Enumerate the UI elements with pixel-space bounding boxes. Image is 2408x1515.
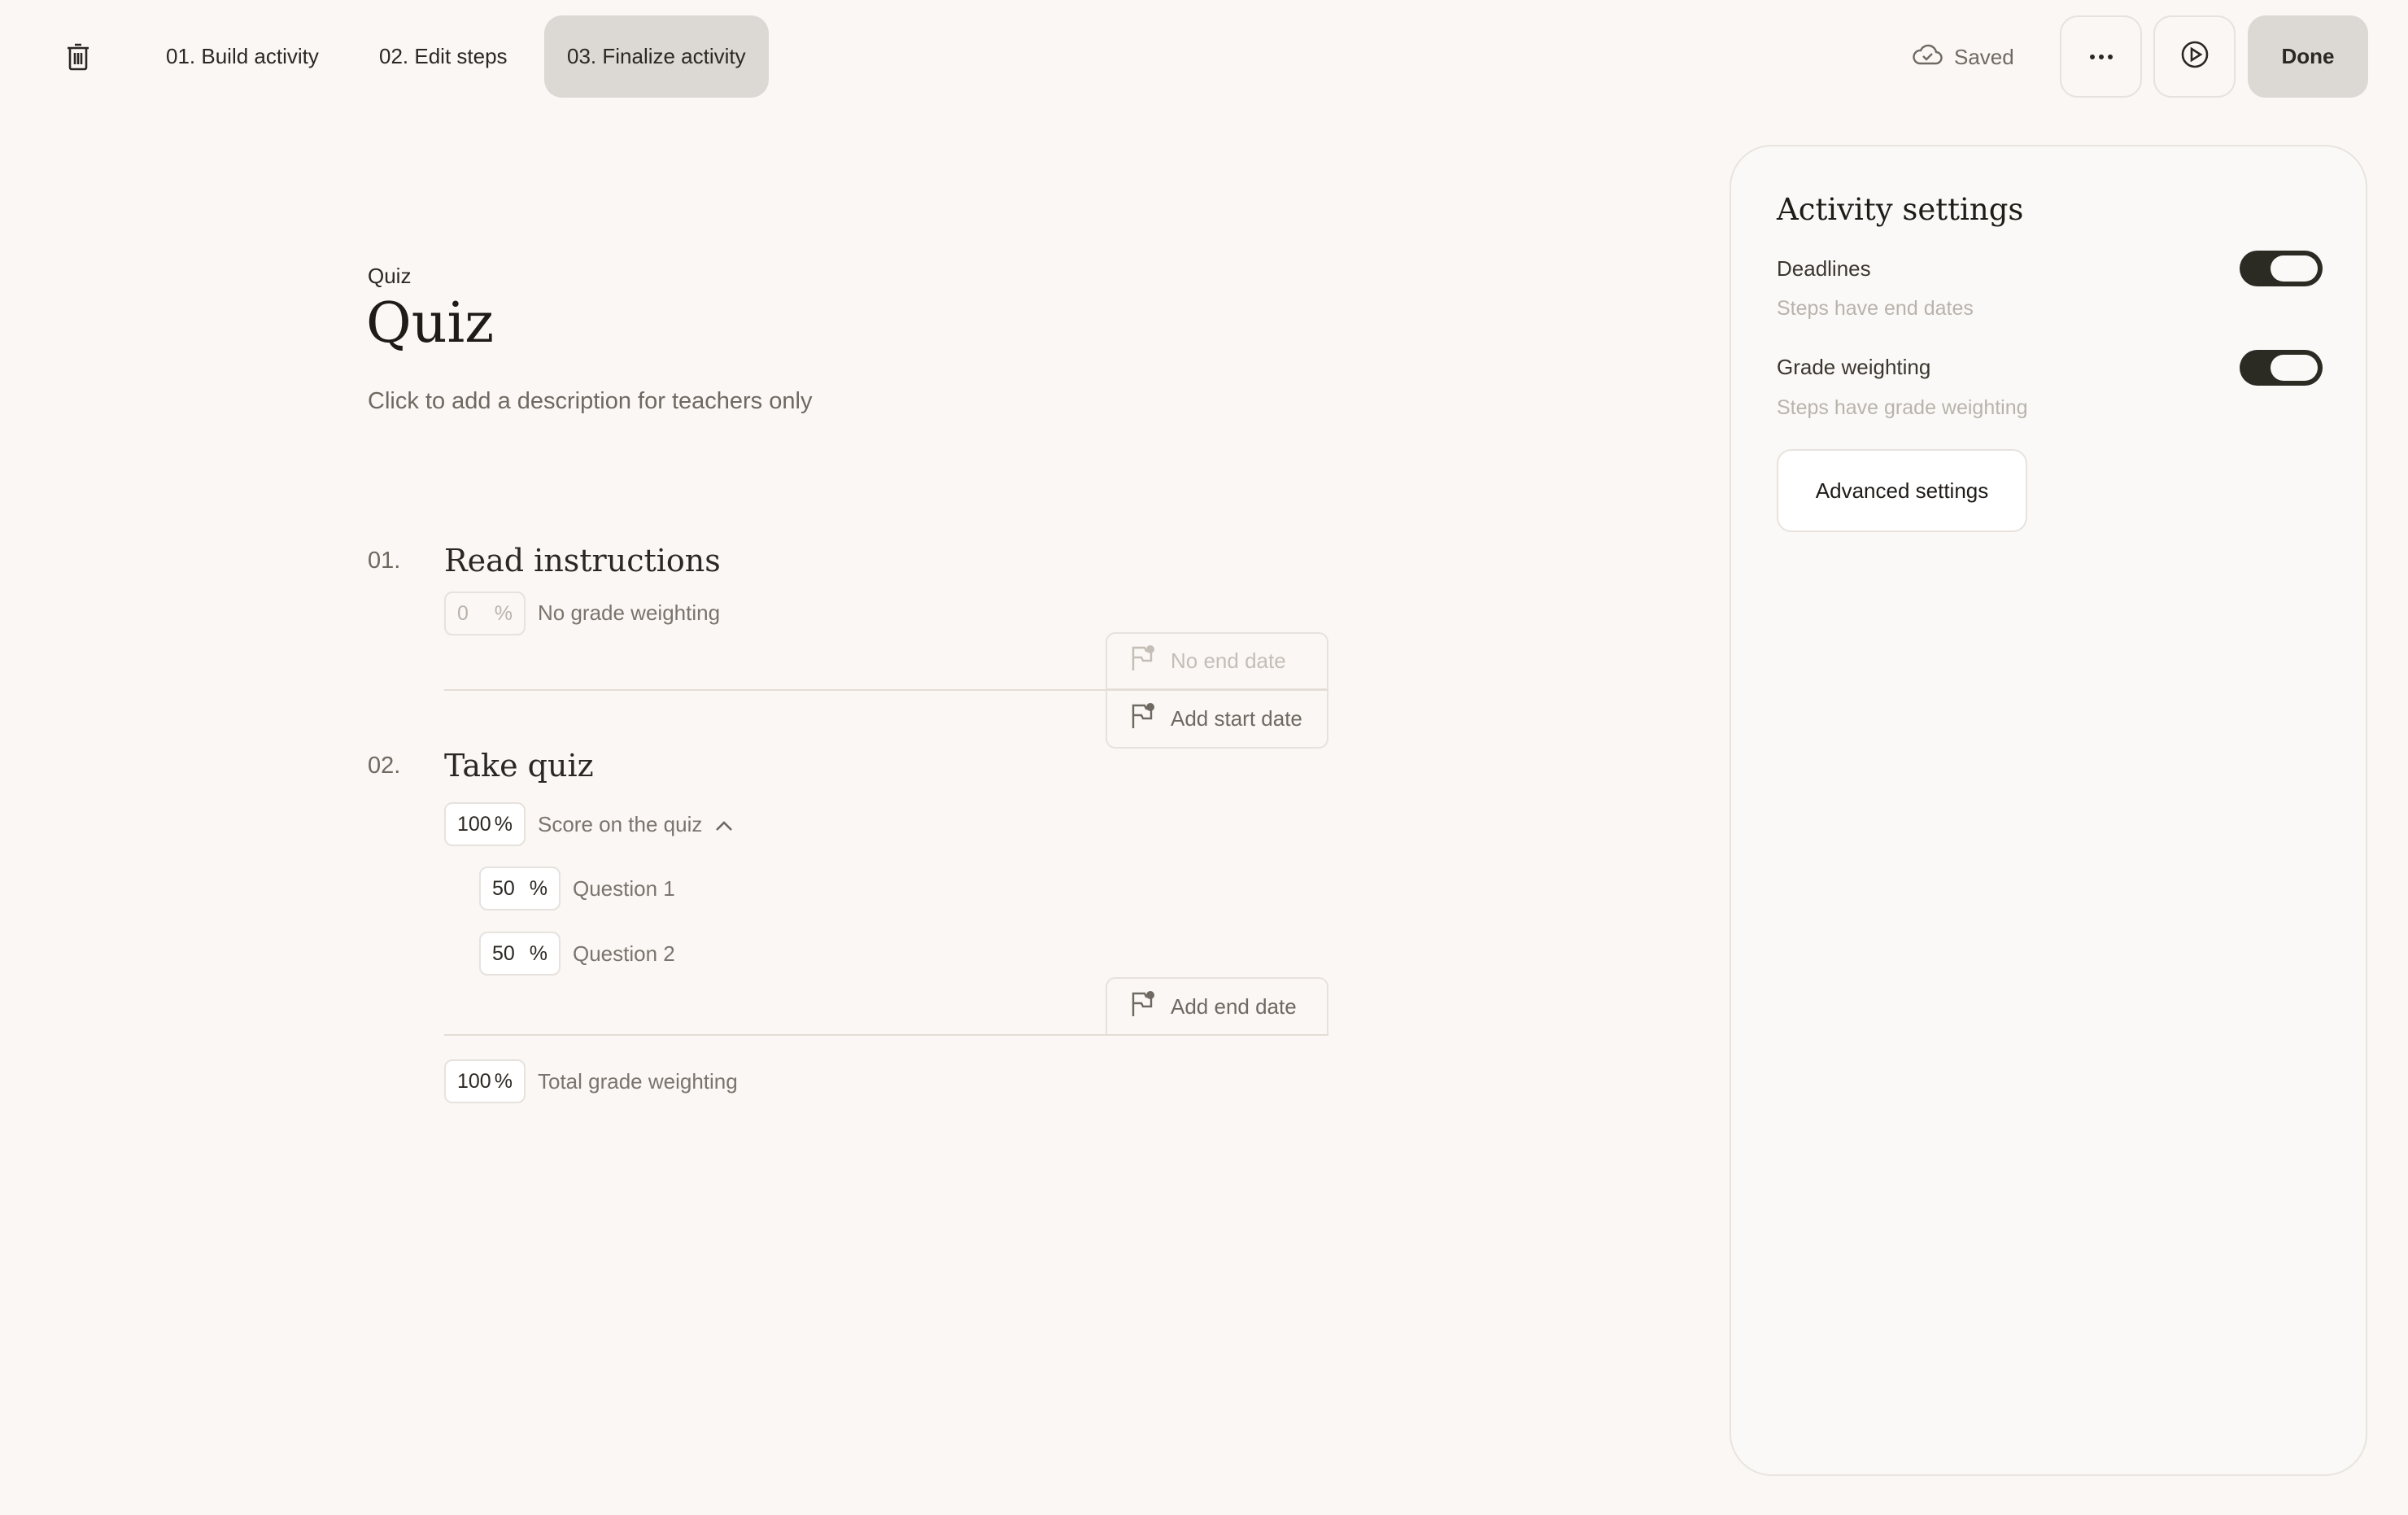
weight-label: No grade weighting	[538, 600, 720, 626]
total-label-text: Total grade weighting	[538, 1069, 738, 1094]
percent-sign: %	[529, 876, 547, 900]
weight-value: 0	[457, 601, 469, 625]
weight-value: 100	[457, 812, 491, 836]
end-date-button[interactable]: No end date	[1106, 632, 1328, 690]
toggle-knob	[2271, 255, 2318, 282]
percent-sign: %	[494, 601, 513, 625]
tab-build-activity[interactable]: 01. Build activity	[143, 15, 342, 98]
step-title[interactable]: Read instructions	[444, 543, 721, 578]
toggle-knob	[2271, 355, 2318, 381]
percent-sign: %	[494, 1069, 513, 1093]
grade-weighting-toggle[interactable]	[2240, 350, 2323, 386]
question-label-text: Question 2	[573, 941, 675, 966]
end-date-button[interactable]: Add end date	[1106, 977, 1328, 1035]
description-input[interactable]: Click to add a description for teachers …	[368, 388, 812, 415]
panel-title: Activity settings	[1777, 192, 2024, 227]
ellipsis-icon	[2089, 50, 2114, 64]
flag-check-icon	[1130, 644, 1156, 678]
grade-weighting-help: Steps have grade weighting	[1777, 396, 2028, 419]
flag-check-icon	[1130, 990, 1156, 1024]
weight-value: 50	[492, 941, 515, 965]
chevron-up-icon	[715, 812, 733, 837]
flag-check-icon	[1130, 702, 1156, 736]
tab-finalize-activity[interactable]: 03. Finalize activity	[544, 15, 769, 98]
end-date-label: Add end date	[1171, 994, 1297, 1019]
question-label: Question 2	[573, 941, 675, 967]
question-weight-input[interactable]: 50 %	[479, 932, 561, 976]
start-date-label: Add start date	[1171, 706, 1302, 731]
saved-status: Saved	[1912, 39, 2014, 75]
question-weight-input[interactable]: 50 %	[479, 867, 561, 910]
start-date-button[interactable]: Add start date	[1106, 691, 1328, 749]
end-date-label: No end date	[1171, 648, 1286, 673]
weight-label-text: No grade weighting	[538, 600, 721, 625]
step-weight-input[interactable]: 0 %	[444, 592, 526, 635]
activity-title[interactable]: Quiz	[366, 291, 494, 356]
preview-play-button[interactable]	[2153, 15, 2236, 98]
deadlines-help: Steps have end dates	[1777, 297, 1974, 320]
top-bar: 01. Build activity 02. Edit steps 03. Fi…	[0, 0, 2408, 114]
question-label: Question 1	[573, 876, 675, 902]
activity-settings-panel: Activity settings Deadlines Steps have e…	[1730, 145, 2367, 1476]
total-weight-label: Total grade weighting	[538, 1069, 738, 1094]
percent-sign: %	[494, 812, 513, 836]
more-options-button[interactable]	[2060, 15, 2142, 98]
step-number: 02.	[368, 753, 401, 779]
cloud-check-icon	[1912, 43, 1943, 72]
percent-sign: %	[529, 941, 547, 965]
advanced-settings-button[interactable]: Advanced settings	[1777, 449, 2027, 532]
deadlines-toggle[interactable]	[2240, 251, 2323, 286]
step-weight-input[interactable]: 100 %	[444, 802, 526, 846]
saved-label: Saved	[1954, 44, 2014, 69]
tab-edit-steps[interactable]: 02. Edit steps	[356, 15, 530, 98]
total-weight-input: 100 %	[444, 1059, 526, 1103]
done-button[interactable]: Done	[2248, 15, 2368, 98]
weight-label-text: Score on the quiz	[538, 812, 703, 836]
step-title[interactable]: Take quiz	[444, 748, 594, 784]
weight-value: 50	[492, 876, 515, 900]
trash-icon[interactable]	[62, 41, 94, 73]
activity-type-label: Quiz	[368, 264, 412, 288]
grade-weighting-label: Grade weighting	[1777, 355, 1931, 379]
play-circle-icon	[2180, 40, 2210, 73]
step-divider	[444, 1034, 1328, 1036]
deadlines-label: Deadlines	[1777, 256, 1871, 281]
step-number: 01.	[368, 548, 401, 574]
weight-value: 100	[457, 1069, 491, 1093]
score-toggle[interactable]: Score on the quiz	[538, 812, 733, 837]
question-label-text: Question 1	[573, 876, 675, 901]
